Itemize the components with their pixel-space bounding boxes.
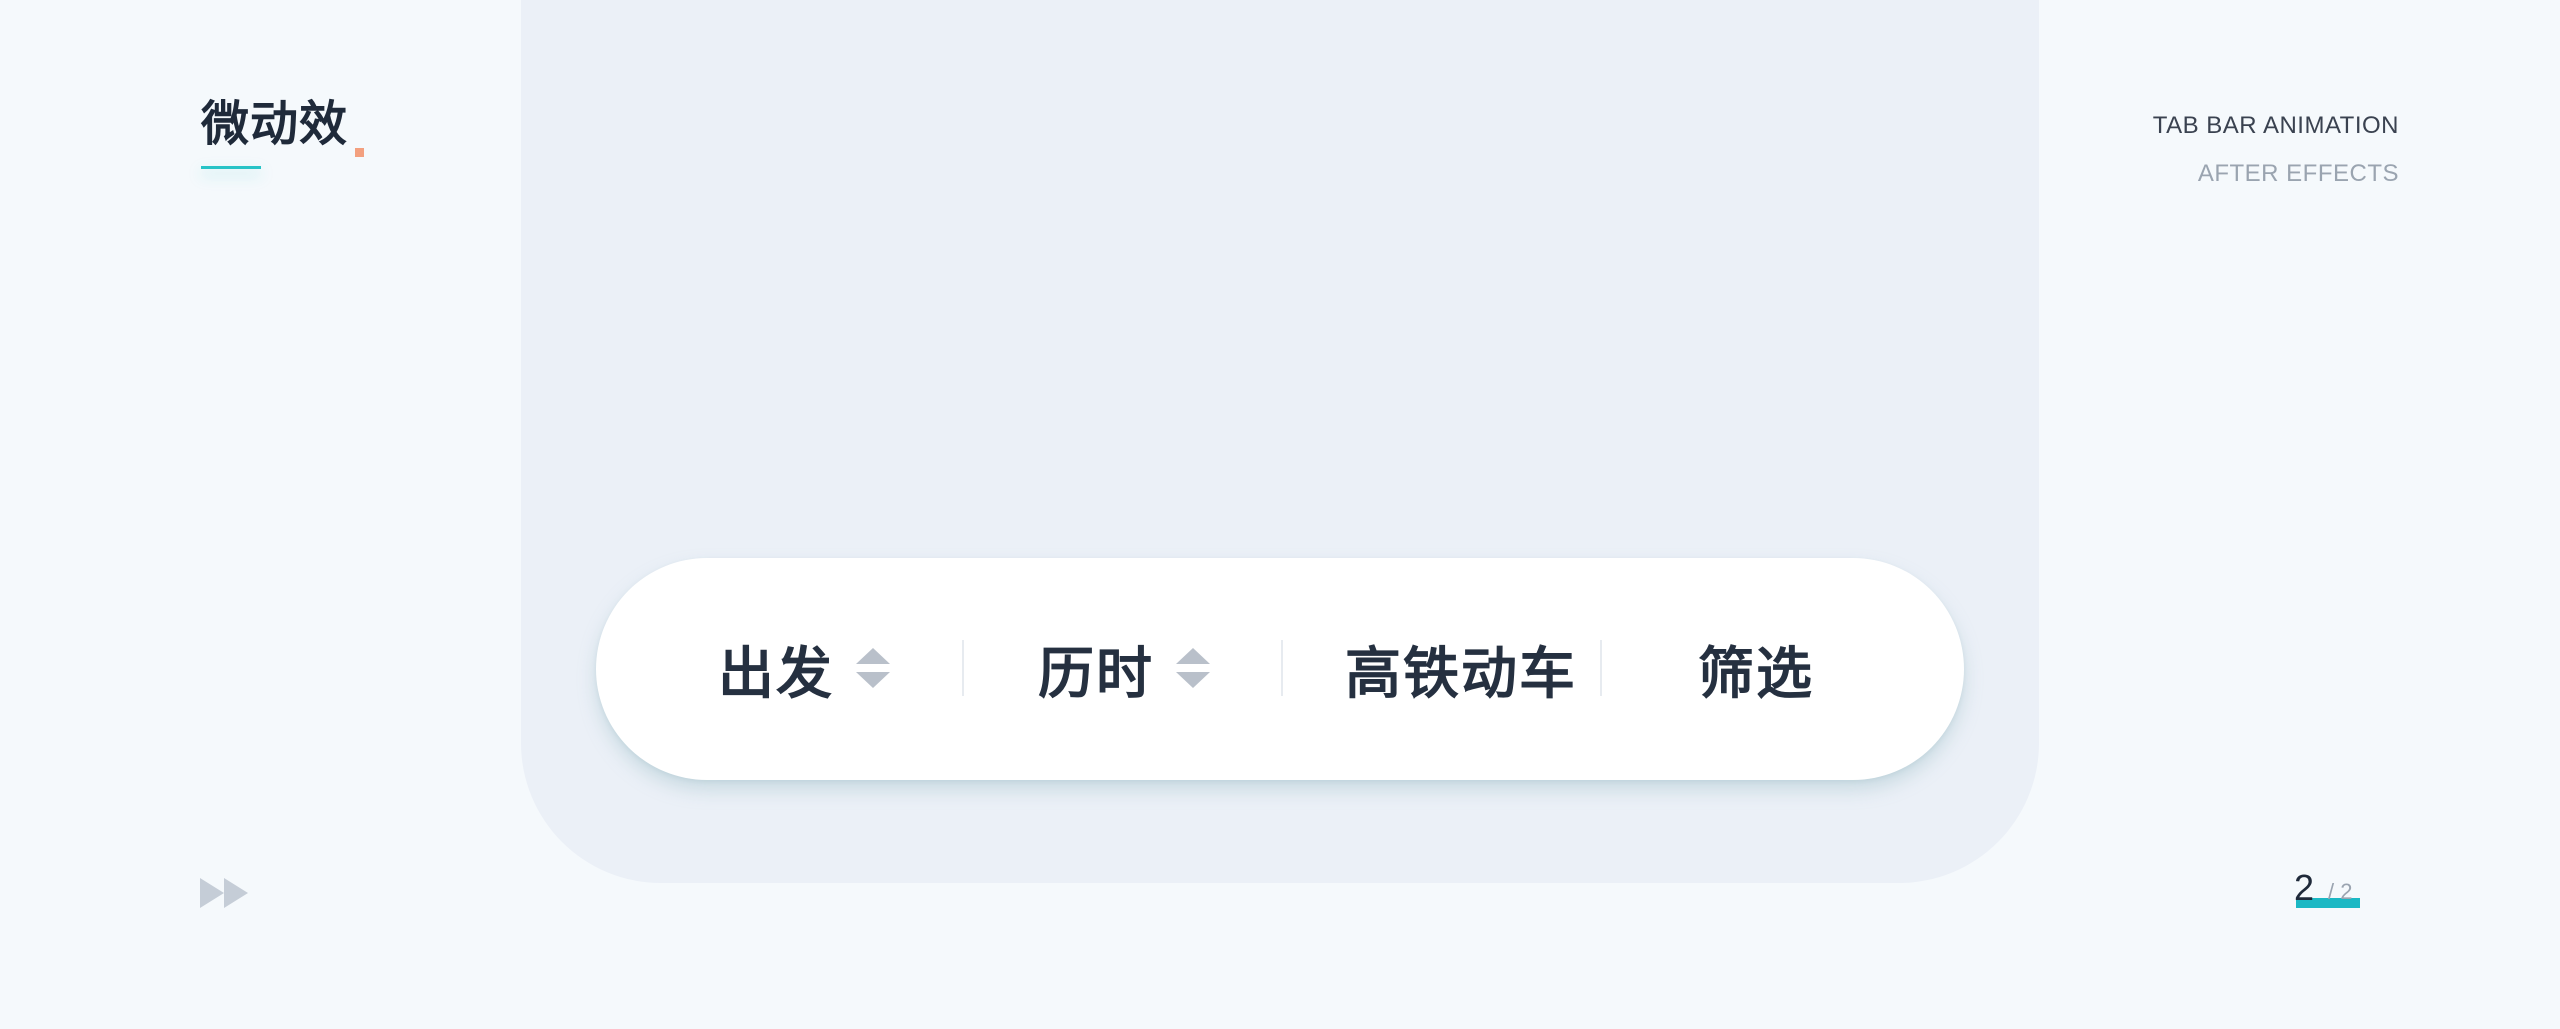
- tab-bar: 出发 历时 高铁动车 筛选: [596, 558, 1964, 780]
- tab-divider: [1600, 640, 1602, 696]
- forward-arrow-1: [200, 878, 224, 908]
- sort-up-icon: [1176, 648, 1210, 664]
- meta-title: TAB BAR ANIMATION: [2152, 112, 2399, 139]
- fast-forward-icon[interactable]: [200, 878, 250, 908]
- sort-down-icon: [1176, 672, 1210, 688]
- pager-total: / 2: [2328, 879, 2353, 904]
- tab-high-speed[interactable]: 高铁动车: [1316, 558, 1606, 780]
- tab-filter-label: 筛选: [1698, 641, 1814, 707]
- tab-departure-label: 出发: [718, 641, 834, 707]
- sort-icon[interactable]: [1176, 648, 1210, 690]
- brand-block: 微动效: [201, 96, 364, 169]
- brand-title: 微动效: [201, 96, 349, 152]
- tab-filter[interactable]: 筛选: [1636, 558, 1876, 780]
- sort-up-icon: [856, 648, 890, 664]
- pager: 2 / 2: [2294, 868, 2374, 912]
- tab-departure[interactable]: 出发: [694, 558, 914, 780]
- meta-subtitle: AFTER EFFECTS: [2197, 160, 2399, 187]
- tab-high-speed-label: 高铁动车: [1345, 641, 1577, 707]
- brand-underline: [201, 166, 261, 169]
- brand-dot: [355, 148, 364, 157]
- tab-duration[interactable]: 历时: [1014, 558, 1234, 780]
- tab-duration-label: 历时: [1038, 641, 1154, 707]
- stage: 微动效 TAB BAR ANIMATION AFTER EFFECTS 出发 历…: [0, 0, 2560, 1029]
- tab-divider: [962, 640, 964, 696]
- meta-block: TAB BAR ANIMATION AFTER EFFECTS: [2153, 112, 2399, 188]
- tab-divider: [1281, 640, 1283, 696]
- sort-down-icon: [856, 672, 890, 688]
- forward-arrow-2: [224, 878, 248, 908]
- pager-current: 2: [2294, 867, 2315, 908]
- sort-icon[interactable]: [856, 648, 890, 690]
